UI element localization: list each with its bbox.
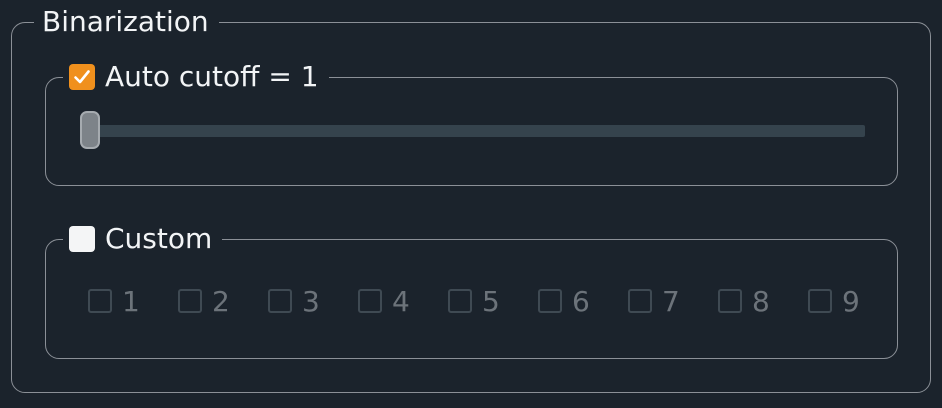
- option-checkbox[interactable]: [538, 289, 562, 313]
- option-checkbox[interactable]: [628, 289, 652, 313]
- check-icon: [74, 70, 90, 84]
- option-label: 9: [842, 284, 860, 318]
- option-checkbox[interactable]: [268, 289, 292, 313]
- custom-option[interactable]: 6: [538, 284, 628, 318]
- option-label: 2: [212, 284, 230, 318]
- cutoff-slider-thumb[interactable]: [80, 111, 100, 149]
- option-checkbox[interactable]: [88, 289, 112, 313]
- custom-legend: Custom: [63, 222, 223, 256]
- auto-cutoff-label: Auto cutoff = 1: [105, 60, 319, 93]
- custom-option[interactable]: 7: [628, 284, 718, 318]
- option-checkbox[interactable]: [808, 289, 832, 313]
- custom-group: Custom 1 2 3 4 5 6 7 8 9: [45, 222, 898, 359]
- option-checkbox[interactable]: [358, 289, 382, 313]
- option-label: 8: [752, 284, 770, 318]
- custom-options: 1 2 3 4 5 6 7 8 9: [88, 284, 898, 318]
- custom-option[interactable]: 5: [448, 284, 538, 318]
- option-label: 6: [572, 284, 590, 318]
- custom-option[interactable]: 1: [88, 284, 178, 318]
- option-checkbox[interactable]: [178, 289, 202, 313]
- option-label: 5: [482, 284, 500, 318]
- option-label: 7: [662, 284, 680, 318]
- auto-cutoff-legend: Auto cutoff = 1: [63, 60, 329, 94]
- custom-label: Custom: [105, 222, 213, 255]
- custom-option[interactable]: 3: [268, 284, 358, 318]
- auto-cutoff-checkbox[interactable]: [69, 64, 95, 90]
- custom-option[interactable]: 9: [808, 284, 898, 318]
- custom-checkbox[interactable]: [69, 226, 95, 252]
- auto-cutoff-group: Auto cutoff = 1: [45, 60, 898, 186]
- option-label: 1: [122, 284, 140, 318]
- custom-option[interactable]: 2: [178, 284, 268, 318]
- custom-option[interactable]: 8: [718, 284, 808, 318]
- binarization-title: Binarization: [34, 5, 219, 39]
- option-label: 3: [302, 284, 320, 318]
- custom-option[interactable]: 4: [358, 284, 448, 318]
- binarization-group: Binarization Auto cutoff = 1 Custom 1 2 …: [11, 5, 931, 393]
- option-label: 4: [392, 284, 410, 318]
- option-checkbox[interactable]: [718, 289, 742, 313]
- cutoff-slider-track[interactable]: [80, 125, 865, 137]
- option-checkbox[interactable]: [448, 289, 472, 313]
